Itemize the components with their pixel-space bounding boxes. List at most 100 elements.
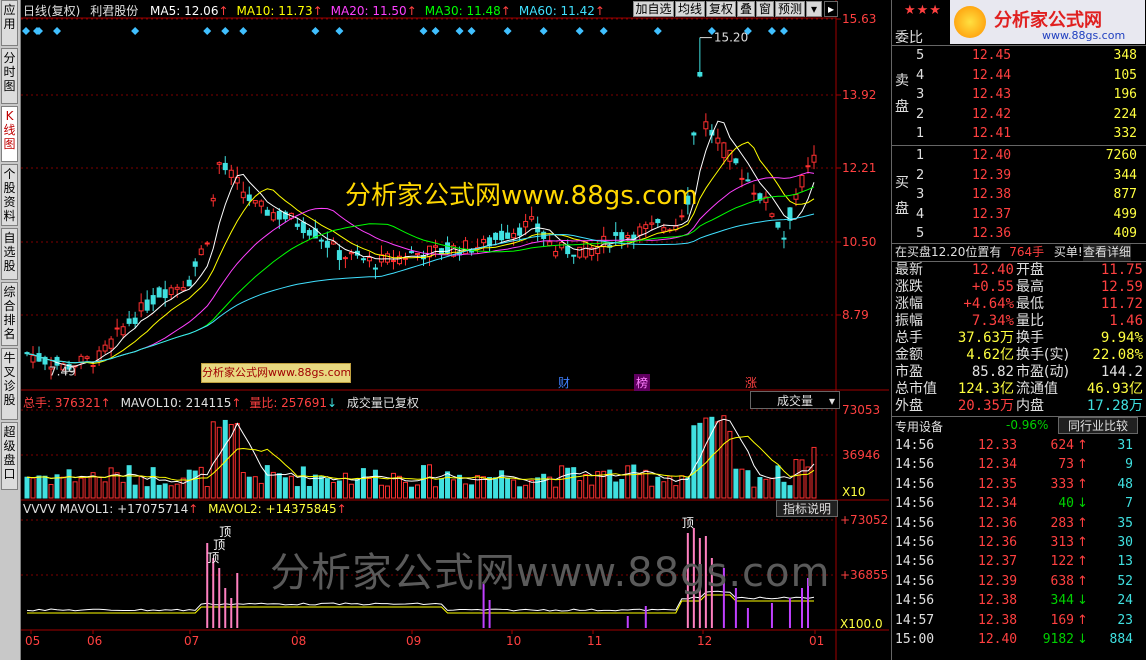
candle [433,245,439,248]
volume-bar [138,476,144,499]
candle [30,355,36,363]
event-mark-limitup[interactable]: 涨 [745,374,757,391]
level-price: 12.38 [972,187,1012,202]
tab-profile[interactable]: 个股资料 [1,164,18,226]
event-mark-finance[interactable]: 财 [558,374,570,391]
volume-bar [324,478,330,499]
level-volume: 877 [1113,187,1137,202]
tab-apps[interactable]: 应用 [1,0,18,46]
down-arrow-icon: ↓ [1077,593,1088,609]
sell-row[interactable]: 3 12.43 196 [892,86,1137,104]
sector-compare-button[interactable]: 同行业比较 [1058,417,1138,434]
candle [739,177,745,180]
volume-bar [781,481,787,499]
signal-diamond-icon [779,27,788,35]
volume-bar [751,486,757,499]
scroll-right-icon[interactable]: ▸ [824,1,838,17]
volume-bar [294,486,300,499]
price-axis-label: 12.21 [842,161,876,175]
volume-bar [445,471,451,499]
candle [499,230,505,241]
window-button[interactable]: 窗 [756,1,774,17]
up-arrow-icon: ↑ [1077,573,1088,589]
top-signal-label: 顶 [207,551,219,565]
candle [222,162,228,171]
volume-bar [523,484,529,499]
ma30-line [26,186,815,364]
volume-bar [499,470,505,499]
price-axis-label: 8.79 [842,308,869,322]
candle [174,286,180,290]
tab-kline[interactable]: K线图 [1,106,18,162]
level-volume: 196 [1113,87,1137,102]
view-details-link[interactable]: 查看详细 [1083,244,1132,261]
volume-bar [439,478,445,499]
stat-row: 外盘 20.35万 内盘 17.28万 [895,398,1143,414]
buy-row[interactable]: 5 12.36 409 [892,225,1137,243]
volume-bar [541,473,547,499]
sell-row[interactable]: 5 12.45 348 [892,47,1137,65]
candle [84,356,90,359]
tab-watchlist[interactable]: 自选股 [1,228,18,280]
ma60-line [26,213,815,364]
level-num: 2 [916,106,925,122]
signal-diamond-icon [335,27,344,35]
volume-mavol: MAVOL10: 214115 [120,396,232,410]
volume-bar [120,481,126,499]
level-price: 12.43 [972,87,1012,102]
indicator-help-button[interactable]: 指标说明 [776,500,838,517]
stat-row: 市盈 85.82 市盈(动) 144.2 [895,364,1143,380]
ma-button[interactable]: 均线 [675,1,705,17]
candle [162,289,168,299]
level-num: 1 [916,148,925,163]
candle [252,200,258,204]
buy-row[interactable]: 1 12.40 7260 [892,147,1137,165]
event-mark-list[interactable]: 榜 [634,374,651,391]
tab-superpanel[interactable]: 超级盘口 [1,422,18,490]
volume-bar [811,446,817,499]
volume-bar [433,486,439,499]
buy-row[interactable]: 4 12.37 499 [892,206,1137,224]
candle [360,258,366,261]
candle [439,248,445,254]
menu-dropdown-icon[interactable]: ▾ [806,1,822,17]
volume-bar [198,466,204,499]
candle [493,232,499,240]
sell-row[interactable]: 1 12.41 332 [892,125,1137,143]
candle [324,240,330,248]
tab-ranking[interactable]: 综合排名 [1,282,18,346]
volume-bar [805,466,811,499]
volume-bar [270,471,276,499]
buy-row[interactable]: 2 12.39 344 [892,167,1137,185]
volume-bar [342,472,348,499]
month-label: 07 [184,634,199,648]
volume-bar [739,468,745,499]
site-logo: 分析家公式网 www.88gs.com [950,0,1145,44]
volume-bar [150,467,156,499]
volume-bar [565,467,571,499]
top-signal-label: 顶 [682,516,694,530]
volume-bar [637,474,643,499]
stat-row: 金额 4.62亿 换手(实) 22.08% [895,347,1143,363]
buy-row[interactable]: 3 12.38 877 [892,186,1137,204]
overlay-button[interactable]: 叠 [737,1,755,17]
volume-bar [48,483,54,499]
candle [150,295,156,305]
level-volume: 7260 [1105,148,1137,163]
sell-row[interactable]: 4 12.44 105 [892,67,1137,85]
sell-row[interactable]: 2 12.42 224 [892,106,1137,124]
volume-bar [276,473,282,499]
forecast-button[interactable]: 预测 [775,1,805,17]
tab-diagnosis[interactable]: 牛叉诊股 [1,348,18,420]
tick-row: 14:56 12.33 624 ↑ 31 [895,438,1133,453]
logo-icon [954,6,986,38]
volume-indicator-select[interactable]: 成交量 ▾ [750,391,840,409]
volume-bar [715,421,721,499]
tab-intraday[interactable]: 分时图 [1,48,18,104]
add-watchlist-button[interactable]: 加自选 [633,1,674,17]
candle [198,248,204,256]
level-price: 12.41 [972,126,1012,141]
volume-axis-label: 36946 [842,448,880,462]
restore-button[interactable]: 复权 [706,1,736,17]
watermark-center: 分析家公式网www.88gs.com [345,181,698,211]
